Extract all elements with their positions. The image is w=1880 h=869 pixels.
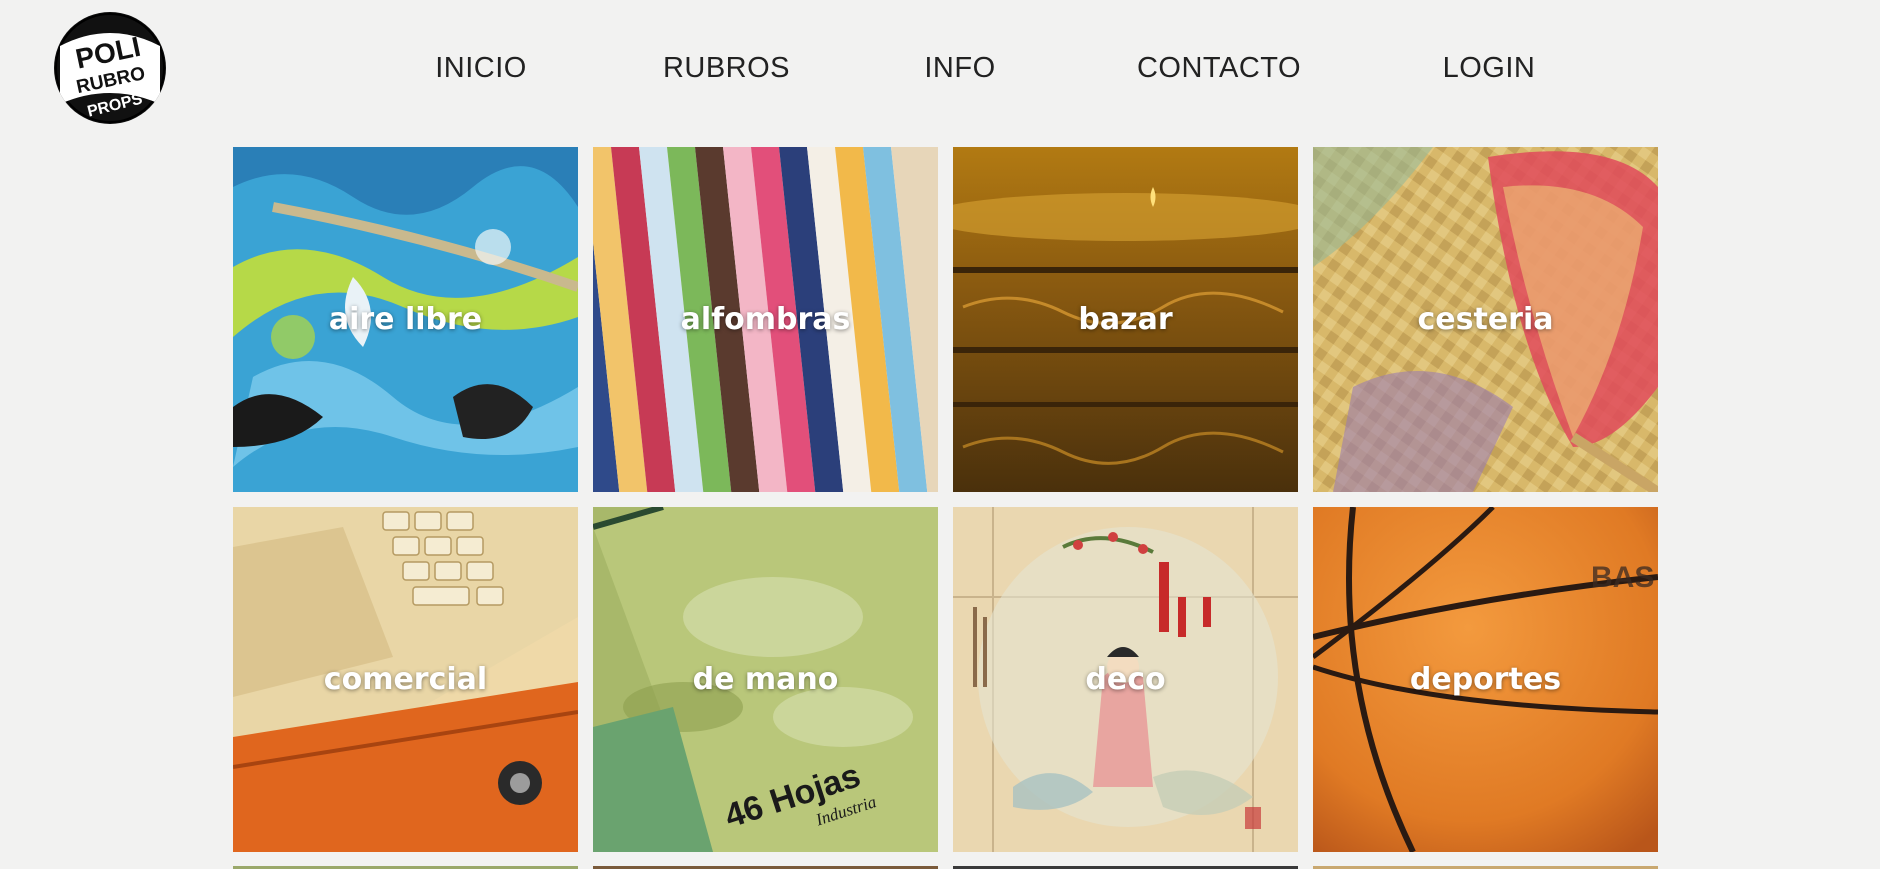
nav-info[interactable]: INFO	[908, 48, 1012, 88]
nav-inicio[interactable]: INICIO	[418, 48, 544, 88]
category-tile-comercial[interactable]: comercial	[233, 507, 578, 852]
category-label: deco	[1085, 662, 1166, 697]
category-tile-bazar[interactable]: bazar	[953, 147, 1298, 492]
category-label: cesteria	[1417, 302, 1554, 337]
category-tile-cesteria[interactable]: cesteria	[1313, 147, 1658, 492]
nav-contacto[interactable]: CONTACTO	[1124, 48, 1314, 88]
category-label: alfombras	[680, 302, 851, 337]
category-tile-aire-libre[interactable]: aire libre	[233, 147, 578, 492]
category-label: deportes	[1409, 662, 1562, 697]
category-label: de mano	[692, 662, 839, 697]
main-nav: INICIO RUBROS INFO CONTACTO LOGIN	[0, 48, 1880, 88]
category-tile-deco[interactable]: deco	[953, 507, 1298, 852]
category-label: comercial	[323, 662, 488, 697]
category-tile-alfombras[interactable]: alfombras	[593, 147, 938, 492]
nav-login[interactable]: LOGIN	[1430, 48, 1548, 88]
category-label: aire libre	[328, 302, 483, 337]
nav-rubros[interactable]: RUBROS	[654, 48, 799, 88]
category-tile-de-mano[interactable]: 46 Hojas Industria de mano	[593, 507, 938, 852]
category-tile-deportes[interactable]: BAS deportes	[1313, 507, 1658, 852]
category-label: bazar	[1078, 302, 1173, 337]
